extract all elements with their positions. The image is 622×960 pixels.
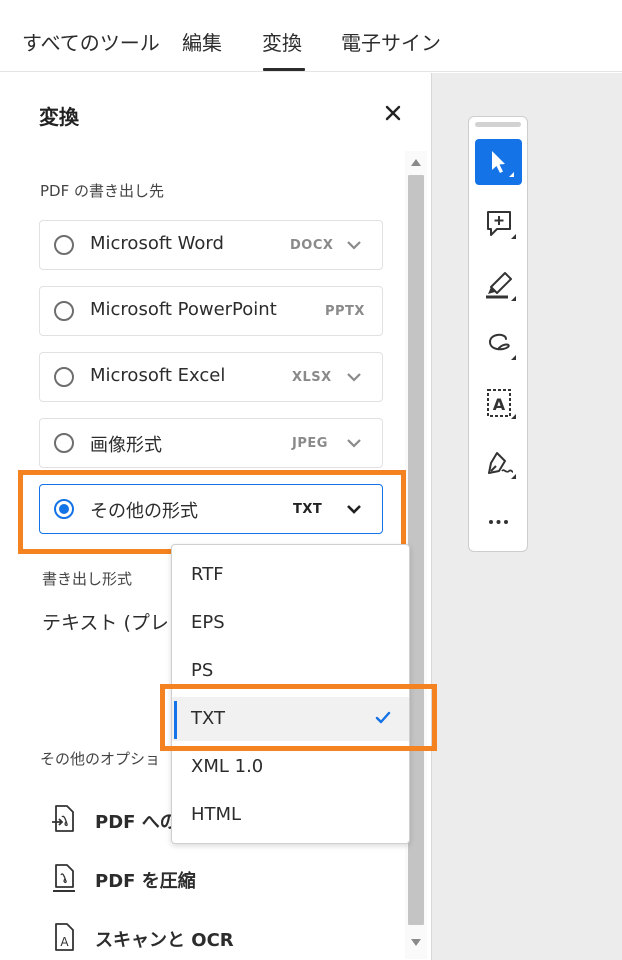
toolbar-grip[interactable] [475,122,521,127]
checkmark-icon [375,711,391,724]
option-label: その他の形式 [90,501,198,522]
format-extension: TXT [293,502,323,517]
sign-icon [488,452,516,479]
text-box-button[interactable]: A [475,381,522,427]
sign-button[interactable] [475,441,522,487]
dropdown-item-txt[interactable]: TXT [172,697,409,741]
dropdown-item-label: TXT [191,708,226,729]
more-item-label: PDF を圧縮 [95,871,196,892]
more-item-label: スキャンと OCR [95,930,234,951]
format-extension: JPEG [292,436,328,451]
active-tab-indicator [263,68,305,71]
export-format-label: 書き出し形式 [42,570,133,588]
scan-ocr-icon: A [55,923,74,951]
format-extension: PPTX [325,304,365,319]
more-tools-button[interactable] [475,499,522,545]
text-box-icon: A [487,389,516,419]
radio-button[interactable] [54,235,74,255]
add-comment-icon [487,211,516,239]
dropdown-item-eps[interactable]: EPS [172,601,409,645]
dropdown-item-xml[interactable]: XML 1.0 [172,745,409,789]
quick-tools-toolbar: A [468,116,528,552]
dropdown-item-html[interactable]: HTML [172,793,409,837]
tab-edit[interactable]: 編集 [182,27,222,56]
radio-button[interactable] [54,433,74,453]
radio-button[interactable] [54,367,74,387]
chevron-down-icon[interactable] [346,238,362,252]
chevron-down-icon[interactable] [346,370,362,384]
option-other-format[interactable]: その他の形式 TXT [39,484,383,534]
scroll-up-arrow[interactable] [411,159,421,166]
chevron-down-icon[interactable] [346,436,362,450]
scroll-thumb[interactable] [408,175,424,925]
select-tool-button[interactable] [475,139,522,185]
radio-button[interactable] [54,301,74,321]
format-dropdown-menu: RTF EPS PS TXT XML 1.0 HTML [171,544,410,844]
close-panel-button[interactable] [383,103,403,123]
dropdown-item-label: HTML [191,804,242,825]
format-extension: XLSX [292,370,332,385]
dropdown-item-rtf[interactable]: RTF [172,553,409,597]
select-pointer-icon [492,151,514,177]
highlight-button[interactable] [475,263,522,309]
top-tab-bar: すべてのツール 編集 変換 電子サイン [0,0,622,72]
option-label: 画像形式 [90,435,162,456]
convert-to-pdf-icon [52,805,74,832]
format-extension: DOCX [290,238,334,253]
tab-convert[interactable]: 変換 [262,27,302,56]
option-microsoft-excel[interactable]: Microsoft Excel XLSX [39,352,383,402]
option-label: Microsoft Word [90,233,224,254]
chevron-down-icon[interactable] [346,502,362,516]
more-item-label: PDF への [95,812,178,833]
dropdown-item-ps[interactable]: PS [172,649,409,693]
option-label: Microsoft Excel [90,365,226,386]
freehand-draw-icon [488,333,516,360]
add-comment-button[interactable] [475,201,522,247]
dropdown-item-label: EPS [191,612,225,633]
close-icon [385,105,401,121]
svg-text:A: A [493,395,506,414]
panel-title: 変換 [39,105,79,129]
dropdown-item-label: XML 1.0 [191,756,264,777]
svg-text:A: A [60,935,69,949]
radio-button-selected[interactable] [54,499,74,519]
dropdown-item-label: PS [191,660,214,681]
export-format-value[interactable]: テキスト (プレ [42,608,169,635]
scroll-down-arrow[interactable] [411,939,421,946]
tab-all-tools[interactable]: すべてのツール [22,27,160,56]
compress-pdf-icon [53,864,75,892]
option-microsoft-word[interactable]: Microsoft Word DOCX [39,220,383,270]
option-label: Microsoft PowerPoint [90,299,277,320]
tab-e-sign[interactable]: 電子サイン [341,27,441,56]
dropdown-item-label: RTF [191,564,224,585]
export-destination-label: PDF の書き出し先 [40,182,164,200]
option-microsoft-powerpoint[interactable]: Microsoft PowerPoint PPTX [39,286,383,336]
more-tools-icon [489,520,508,524]
highlight-pen-icon [486,272,516,301]
option-image-format[interactable]: 画像形式 JPEG [39,418,383,468]
freehand-draw-button[interactable] [475,322,522,368]
more-options-label: その他のオプショ [40,750,161,768]
